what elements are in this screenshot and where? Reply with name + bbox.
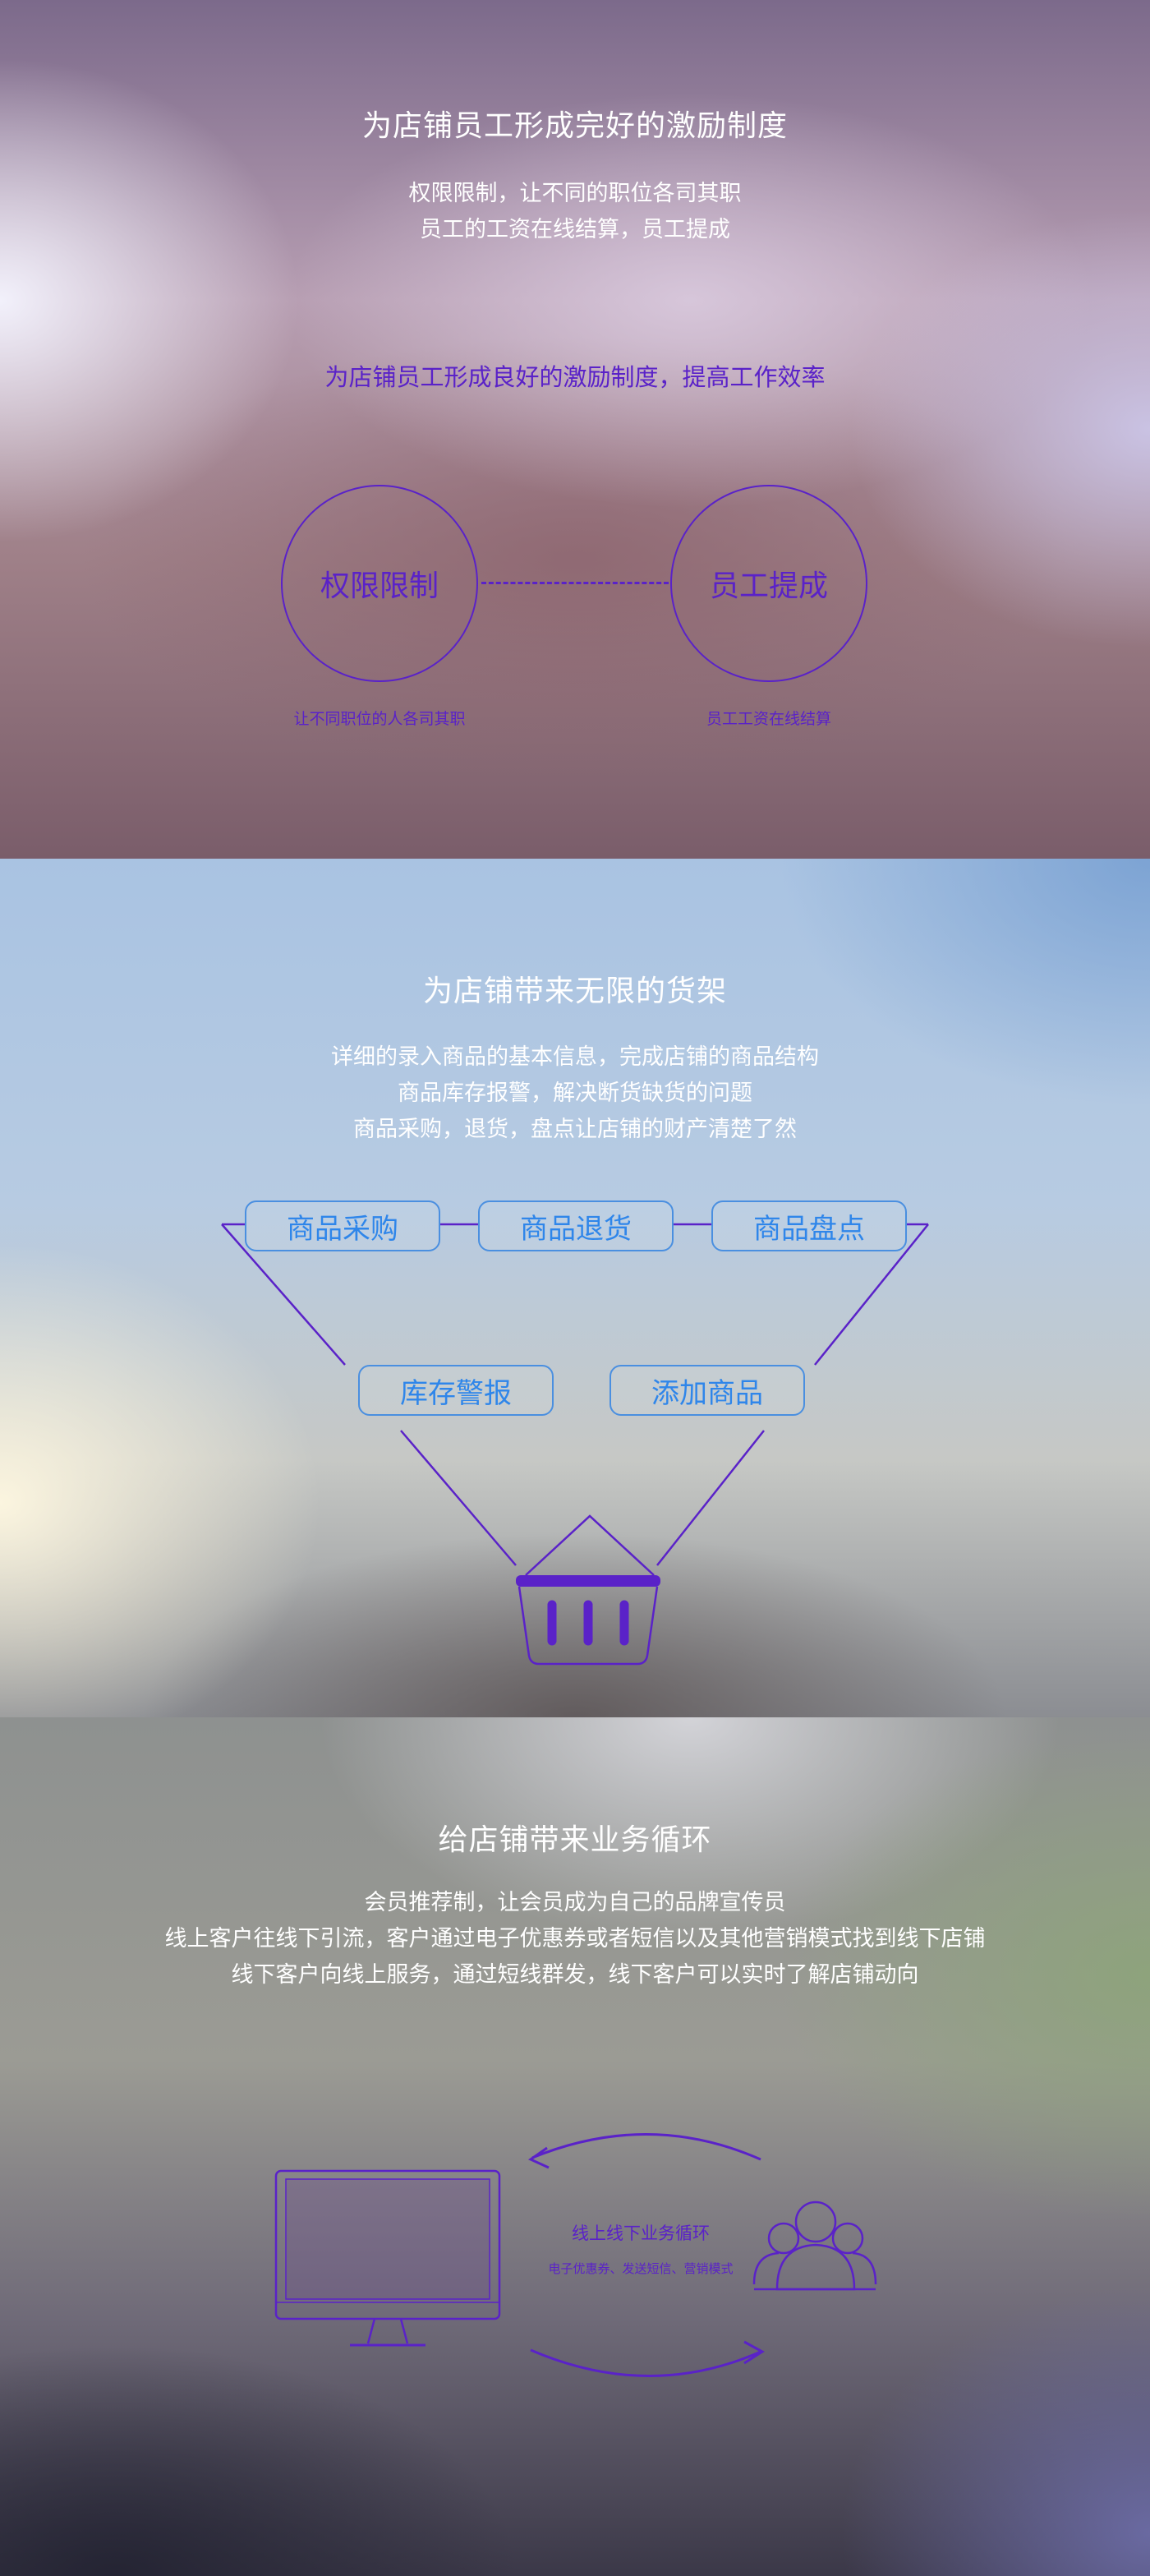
incentive-subtitle: 为店铺员工形成良好的激励制度，提高工作效率 bbox=[324, 363, 826, 391]
users-icon bbox=[752, 2200, 877, 2291]
stock-alert-pill: 库存警报 bbox=[358, 1365, 554, 1416]
commission-circle: 员工提成 bbox=[670, 485, 867, 682]
return-pill: 商品退货 bbox=[478, 1200, 674, 1251]
incentive-desc-line-1: 权限限制，让不同的职位各司其职 bbox=[408, 181, 742, 206]
add-product-pill: 添加商品 bbox=[610, 1365, 805, 1416]
monitor-icon bbox=[274, 2169, 501, 2347]
permission-circle: 权限限制 bbox=[281, 485, 478, 682]
permission-label: 权限限制 bbox=[320, 569, 439, 603]
dashed-connector bbox=[481, 582, 669, 584]
arrow-right-icon bbox=[530, 2340, 765, 2377]
permission-caption: 让不同职位的人各司其职 bbox=[293, 710, 466, 728]
loop-sublabel: 电子优惠券、发送短信、营销模式 bbox=[548, 2261, 734, 2276]
loop-graphics bbox=[274, 2133, 877, 2377]
inventory-check-pill: 商品盘点 bbox=[711, 1200, 907, 1251]
shopping-basket-icon bbox=[516, 1514, 660, 1666]
business-loop-section: 给店铺带来业务循环 会员推荐制，让会员成为自己的品牌宣传员 线上客户往线下引流，… bbox=[0, 1717, 1150, 2576]
incentive-desc-line-2: 员工的工资在线结算，员工提成 bbox=[420, 217, 730, 242]
commission-caption: 员工工资在线结算 bbox=[706, 710, 831, 728]
incentive-section: 为店铺员工形成完好的激励制度 权限限制，让不同的职位各司其职 员工的工资在线结算… bbox=[0, 0, 1150, 859]
shelf-section: 为店铺带来无限的货架 详细的录入商品的基本信息，完成店铺的商品结构 商品库存报警… bbox=[0, 859, 1150, 1717]
funnel-lines bbox=[221, 1223, 929, 1666]
loop-label: 线上线下业务循环 bbox=[572, 2223, 710, 2243]
commission-label: 员工提成 bbox=[709, 569, 828, 603]
purchase-pill: 商品采购 bbox=[245, 1200, 440, 1251]
arrow-left-icon bbox=[527, 2133, 761, 2169]
incentive-title: 为店铺员工形成完好的激励制度 bbox=[361, 109, 788, 143]
